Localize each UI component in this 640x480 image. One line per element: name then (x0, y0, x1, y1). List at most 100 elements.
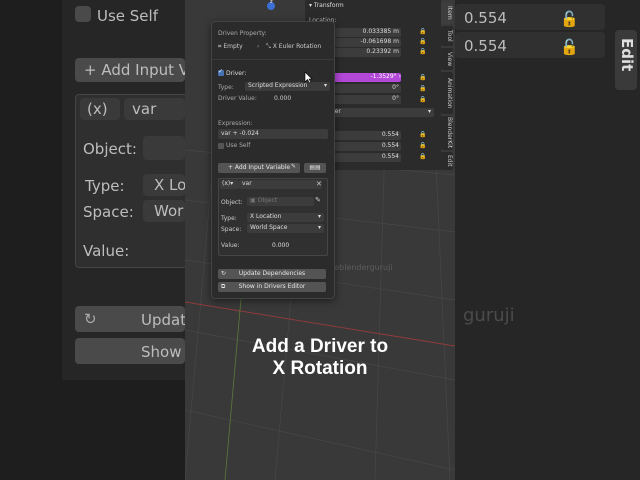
driven-prop: ⤡ X Euler Rotation (266, 43, 321, 51)
tab-tool[interactable]: Tool (441, 26, 453, 46)
use-self-label: Use Self (226, 142, 251, 149)
tab-view[interactable]: View (441, 48, 453, 70)
checkmark-icon: ✓ (218, 68, 224, 75)
add-input-variable-button[interactable]: + Add Input Variable (218, 163, 300, 173)
driver-label: Driver: (226, 70, 247, 77)
background-left-panel: Use Self + Add Input V (x) var Object: T… (0, 0, 185, 480)
chevron-down-icon: ▾ (427, 108, 431, 115)
gizmo-z-label: z (270, 0, 273, 5)
bg-space-value: Wor (154, 202, 184, 220)
chevron-right-icon: › (257, 43, 260, 50)
bg-update-label: Updat (141, 311, 185, 329)
tab-blenderkit[interactable]: BlenderKit (441, 116, 453, 150)
empty-object-icon: ⌗ (218, 43, 222, 50)
rotation-y-field[interactable]: 0° (333, 84, 401, 93)
driver-type-value: Scripted Expression (248, 82, 308, 89)
chevron-down-icon: ▾ (317, 224, 321, 231)
lock-icon[interactable]: 🔒 (419, 142, 426, 149)
driver-value: 0.000 (274, 95, 292, 102)
location-z-field[interactable]: 0.23392 m (333, 48, 401, 57)
eyedropper-icon[interactable]: ✎ (315, 196, 321, 204)
lock-icon[interactable]: 🔒 (419, 131, 426, 138)
background-right-panel: 0.554 0.554 🔓 🔓 Edit guruji (455, 0, 640, 480)
copy-paste-variables-button[interactable]: ▤▤ (304, 163, 326, 173)
lock-icon[interactable]: 🔒 (419, 85, 426, 92)
object-icon: ▣ (250, 197, 256, 204)
bg-watermark: guruji (463, 305, 515, 326)
transform-header[interactable]: ▾ Transform (309, 2, 344, 9)
tab-edit[interactable]: Edit (441, 152, 453, 170)
bg-var-name: var (132, 100, 157, 118)
plus-icon: + (227, 164, 233, 171)
scale-x-field[interactable]: 0.554 (333, 131, 401, 140)
bg-add-input: + Add Input V (84, 61, 185, 79)
tab-item[interactable]: Item (441, 2, 453, 24)
bg-show-label: Show I (141, 343, 185, 361)
bg-value-2: 0.554 (464, 37, 507, 55)
use-self-checkbox-bg (75, 6, 91, 22)
chevron-down-icon: ▾ (323, 82, 327, 89)
use-self-checkbox[interactable] (218, 143, 224, 149)
chevron-down-icon: ▾ (317, 213, 321, 220)
variable-name-input[interactable]: var (239, 180, 322, 189)
space-value: World Space (250, 224, 288, 231)
bg-lock-icon-2: 🔓 (560, 38, 579, 56)
add-input-variable-label: Add Input Variable (234, 164, 291, 171)
transform-header-label: Transform (313, 2, 344, 9)
object-placeholder: Object (257, 197, 278, 204)
rotation-z-field[interactable]: 0° (333, 95, 401, 104)
bg-edit-tab-label: Edit (618, 38, 636, 72)
driven-prop-name: X Euler Rotation (272, 43, 322, 50)
mouse-cursor-icon (304, 71, 313, 84)
bg-refresh-icon: ↻ (84, 310, 97, 328)
update-dependencies-button[interactable]: ↻ Update Dependencies (218, 269, 326, 279)
driver-type-dropdown[interactable]: Scripted Expression ▾ (245, 82, 330, 91)
bg-space-label: Space: (83, 203, 134, 221)
rotation-x-value: -1.3529° (370, 73, 397, 80)
driver-value-label: Driver Value: (218, 95, 257, 102)
scale-z-field[interactable]: 0.554 (333, 153, 401, 162)
var-transform-type-value: X Location (250, 213, 282, 220)
expression-label: Expression: (218, 120, 253, 127)
var-type-label: Type: (221, 215, 237, 222)
driver-popup: Driven Property: ⌗ Empty › ⤡ X Euler Rot… (211, 21, 335, 299)
variable-type-dropdown[interactable]: (x)▾ (220, 180, 239, 189)
driven-object-name: Empty (223, 43, 243, 50)
lock-icon[interactable]: 🔒 (419, 28, 426, 35)
variable-value-label: Value: (221, 242, 240, 249)
variable-value: 0.000 (272, 242, 290, 249)
lock-icon[interactable]: 🔒 (419, 153, 426, 160)
var-transform-type-dropdown[interactable]: X Location ▾ (247, 213, 324, 222)
space-dropdown[interactable]: World Space ▾ (247, 224, 324, 233)
expression-input[interactable]: var + -0.024 (218, 129, 328, 139)
bg-lock-icon-1: 🔓 (560, 10, 579, 28)
remove-variable-close-icon[interactable]: ✕ (316, 180, 322, 188)
bg-use-self: Use Self (97, 7, 158, 25)
video-caption: Add a Driver to X Rotation (185, 336, 455, 380)
scale-y-field[interactable]: 0.554 (333, 142, 401, 151)
bg-value-label: Value: (83, 242, 130, 260)
caption-line-1: Add a Driver to (251, 336, 389, 357)
bg-object-field (143, 136, 185, 160)
lock-icon[interactable]: 🔒 (419, 38, 426, 45)
update-dependencies-label: Update Dependencies (238, 270, 306, 277)
driver-type-label: Type: (218, 84, 234, 91)
tab-animation[interactable]: Animation (441, 72, 453, 114)
refresh-icon: ↻ (221, 270, 227, 277)
eyedropper-icon[interactable]: ✎ (291, 163, 296, 170)
location-x-field[interactable]: 0.033385 m (333, 28, 401, 37)
object-field[interactable]: ▣ Object (247, 197, 314, 206)
lock-icon[interactable]: 🔒 (419, 74, 426, 81)
caption-line-2: X Rotation (272, 358, 368, 379)
lock-icon[interactable]: 🔒 (419, 48, 426, 55)
lock-icon[interactable]: 🔒 (419, 96, 426, 103)
space-label: Space: (221, 226, 242, 233)
object-label: Object: (221, 199, 243, 206)
driven-object: ⌗ Empty (218, 43, 243, 51)
show-in-drivers-editor-button[interactable]: ⧉ Show in Drivers Editor (218, 282, 326, 292)
rotation-x-field-driven[interactable]: -1.3529° › (333, 73, 401, 82)
location-y-field[interactable]: -0.061698 m (333, 38, 401, 47)
driven-property-label: Driven Property: (218, 30, 267, 37)
rotation-mode-dropdown[interactable]: ler ▾ (333, 108, 434, 117)
drivers-editor-icon: ⧉ (221, 283, 226, 290)
